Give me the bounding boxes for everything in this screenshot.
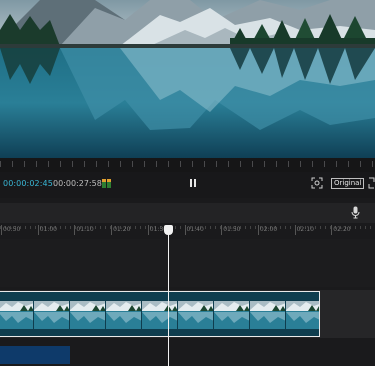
time-ruler[interactable]: 00:5001:0001:1001:2001:3001:4001:5002:00… [0, 225, 375, 237]
timeline-toolbar [0, 203, 375, 223]
ruler-major-tick [111, 225, 112, 235]
pause-icon-bar-left [190, 179, 192, 187]
microphone-icon[interactable] [351, 206, 360, 219]
ruler-major-tick [1, 225, 2, 235]
zoom-mode-button[interactable]: Original [331, 178, 364, 189]
clip-thumbnail [142, 301, 178, 329]
video-clip[interactable] [0, 291, 320, 337]
ruler-label: 02:20 [333, 226, 350, 233]
player-control-bar: 00:00:02:45 00:00:27:58 Original [0, 172, 375, 198]
playhead-handle[interactable] [164, 225, 173, 235]
ruler-label: 01:10 [76, 226, 93, 233]
overlay-track-empty[interactable] [0, 239, 375, 287]
ruler-label: 01:40 [187, 226, 204, 233]
playhead-line [168, 228, 169, 366]
preview-scrub-bar[interactable] [0, 158, 375, 172]
clip-thumbnail [178, 301, 214, 329]
total-duration: 00:00:27:58 [53, 179, 102, 188]
ruler-major-tick [148, 225, 149, 235]
clip-thumbnail [250, 301, 286, 329]
ruler-label: 01:20 [113, 226, 130, 233]
timeline-panel: 00:5001:0001:1001:2001:3001:4001:5002:00… [0, 198, 375, 366]
clip-thumbnail [286, 301, 320, 329]
ruler-major-tick [258, 225, 259, 235]
ruler-major-tick [331, 225, 332, 235]
preview-frame-image [0, 0, 375, 158]
ruler-major-tick [295, 225, 296, 235]
current-time: 00:00:02:45 [3, 179, 53, 188]
ruler-label: 01:00 [40, 226, 57, 233]
fit-view-icon[interactable] [311, 177, 323, 189]
clip-thumbnail [0, 301, 34, 329]
ruler-label: 02:10 [297, 226, 314, 233]
clip-thumbnail [34, 301, 70, 329]
clip-thumbnail [214, 301, 250, 329]
ruler-label: 02:00 [260, 226, 277, 233]
video-preview[interactable] [0, 0, 375, 158]
ruler-major-tick [221, 225, 222, 235]
ruler-major-tick [38, 225, 39, 235]
ruler-major-tick [185, 225, 186, 235]
clip-thumbnail [106, 301, 142, 329]
audio-clip[interactable] [0, 346, 70, 364]
fullscreen-icon[interactable] [368, 177, 375, 189]
scrub-ticks [0, 161, 375, 167]
clip-thumbnail [70, 301, 106, 329]
ruler-major-tick [74, 225, 75, 235]
pause-button[interactable] [188, 177, 198, 191]
ruler-label: 00:50 [3, 226, 20, 233]
audio-levels-icon[interactable] [102, 177, 112, 189]
ruler-label: 01:50 [223, 226, 240, 233]
pause-icon-bar-right [194, 179, 196, 187]
